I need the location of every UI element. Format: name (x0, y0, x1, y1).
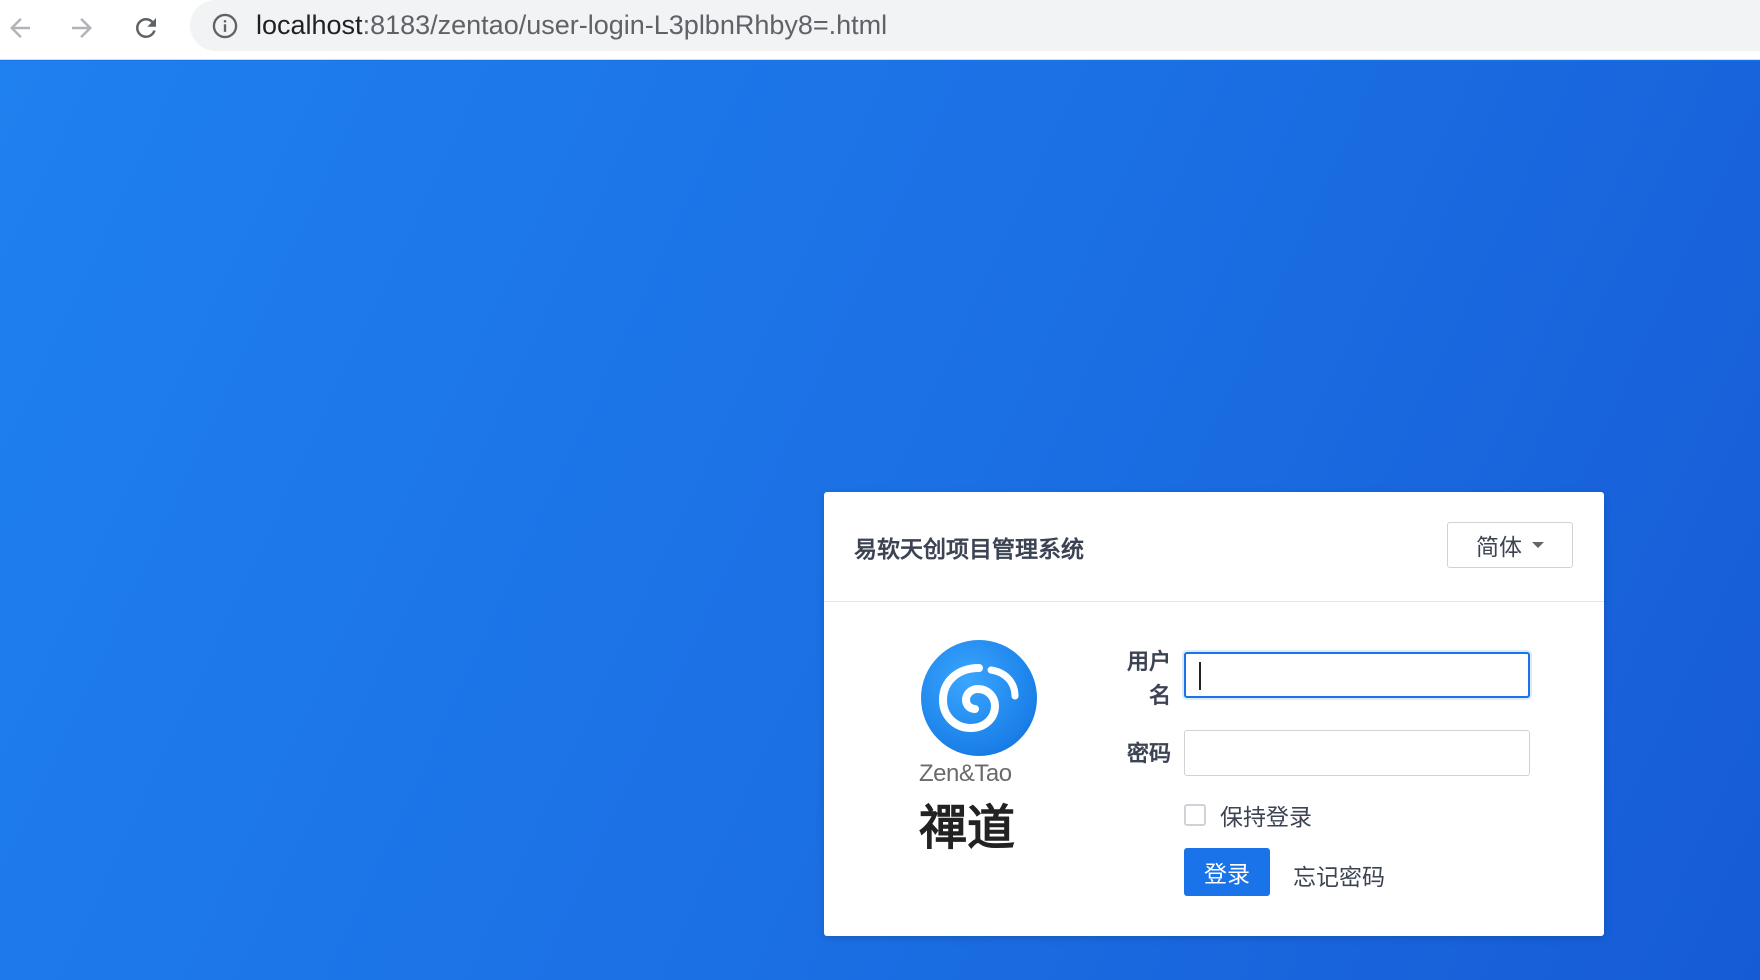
url-host: localhost (256, 10, 363, 40)
url-path: :8183/zentao/user-login-L3plbnRhby8=.htm… (362, 10, 888, 40)
logo-text-en: Zen&Tao (919, 760, 1012, 787)
keep-login-label: 保持登录 (1220, 805, 1312, 831)
password-label: 密码 (1126, 742, 1171, 767)
username-label-line2: 名 (1148, 684, 1171, 709)
language-label: 简体 (1476, 535, 1522, 561)
password-input[interactable] (1184, 730, 1530, 776)
address-bar[interactable]: localhost:8183/zentao/user-login-L3plbnR… (190, 0, 1760, 51)
chevron-down-icon (1532, 542, 1544, 548)
login-button[interactable]: 登录 (1184, 848, 1270, 896)
url-text[interactable]: localhost:8183/zentao/user-login-L3plbnR… (256, 10, 887, 41)
login-panel: 易软天创项目管理系统 简体 Zen&Tao 禪道 用户 名 密码 保持登录 登录… (824, 492, 1604, 936)
login-panel-header: 易软天创项目管理系统 简体 (824, 492, 1604, 602)
keep-login-checkbox[interactable] (1184, 804, 1206, 826)
back-arrow-icon[interactable] (0, 8, 40, 48)
logo-swirl-shape (938, 664, 1019, 733)
username-label: 用户 名 (1109, 646, 1171, 714)
forward-arrow-icon[interactable] (62, 8, 102, 48)
reload-icon[interactable] (126, 8, 166, 48)
text-cursor (1199, 662, 1201, 690)
language-select[interactable]: 简体 (1447, 522, 1573, 568)
system-title: 易软天创项目管理系统 (854, 537, 1084, 563)
zentao-logo: Zen&Tao 禪道 (919, 640, 1059, 860)
forgot-password-link[interactable]: 忘记密码 (1293, 858, 1385, 892)
username-input[interactable] (1184, 652, 1530, 698)
username-label-line1: 用户 (1126, 650, 1171, 675)
info-icon[interactable] (210, 11, 240, 41)
logo-text-cn: 禪道 (919, 800, 1016, 856)
logo-swirl-icon (921, 640, 1037, 756)
browser-toolbar: localhost:8183/zentao/user-login-L3plbnR… (0, 0, 1760, 60)
keep-login-option[interactable]: 保持登录 (1184, 798, 1312, 832)
